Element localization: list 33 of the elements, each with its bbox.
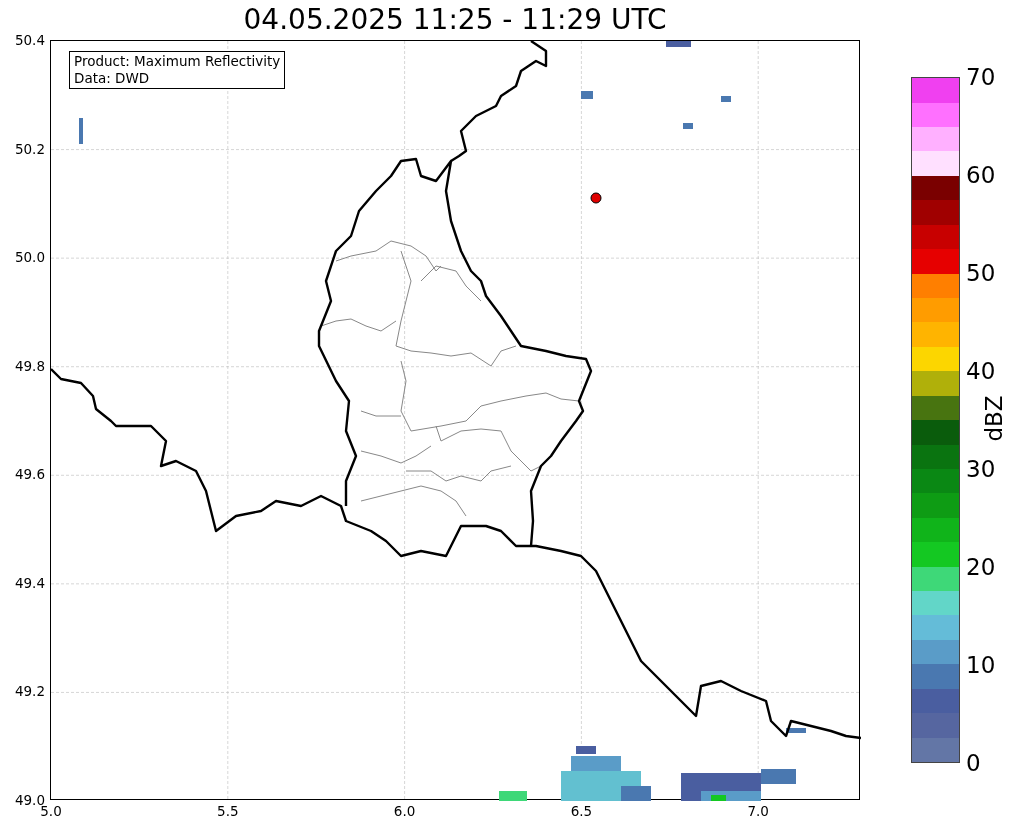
colorbar-tick-label: 20: [966, 555, 996, 579]
radar-echo: [721, 96, 731, 102]
y-tick-label: 49.4: [14, 577, 45, 591]
radar-echo: [499, 791, 527, 801]
y-tick-label: 49.6: [14, 468, 45, 483]
x-tick-label: 6.0: [393, 805, 416, 819]
colorbar-tick-label: 40: [966, 359, 996, 383]
y-tick-label: 49.2: [14, 685, 45, 700]
colorbar-tick-label: 50: [966, 261, 996, 285]
x-tick-label: 5.0: [40, 805, 62, 819]
radar-echo: [683, 123, 693, 129]
location-marker: [590, 192, 602, 204]
radar-echo: [79, 118, 83, 144]
y-tick-label: 49.8: [14, 359, 45, 374]
radar-echo: [786, 728, 806, 733]
colorbar-tick-label: 60: [966, 163, 996, 187]
radar-echo: [576, 746, 596, 754]
annotation-text: Data: DWD: [74, 70, 151, 87]
radar-echo: [666, 41, 691, 47]
y-tick-label: 50.2: [14, 142, 45, 157]
colorbar-label: dBZ: [982, 395, 1006, 442]
x-tick-label: 7.0: [747, 805, 769, 819]
radar-echo: [581, 91, 593, 99]
colorbar-tick-label: 30: [966, 457, 996, 481]
colorbar-tick-label: 70: [966, 65, 996, 89]
colorbar-tick-label: 10: [966, 653, 996, 677]
colorbar-tick-label: 0: [966, 751, 981, 775]
x-tick-label: 5.5: [217, 805, 239, 819]
chart-title: 04.05.2025 11:25 - 11:29 UTC: [243, 6, 667, 34]
x-tick-label: 6.5: [570, 805, 593, 819]
annotation-text: Product: Maximum Reflectivity: [74, 53, 281, 70]
y-tick-label: 50.0: [14, 251, 45, 265]
y-tick-label: 50.4: [14, 34, 45, 48]
